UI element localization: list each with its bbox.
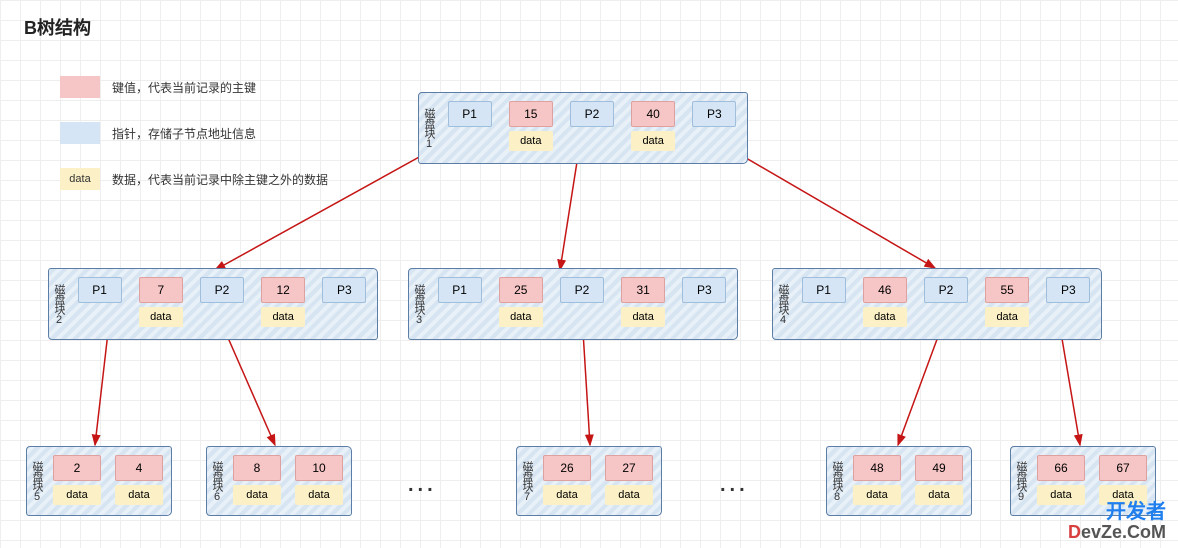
data-cell: data [261,307,305,327]
pointer-cell: P3 [322,277,366,303]
pointer-cell: P1 [802,277,846,303]
legend-row-data: data 数据，代表当前记录中除主键之外的数据 [60,168,328,190]
key-cell: 55 [985,277,1029,303]
disk-block-2: 磁盘块2 P1 7 data P2 12 data P3 [48,268,378,340]
pointer-cell: P3 [682,277,726,303]
watermark-line2: DevZe.CoM [1068,523,1166,542]
key-cell: 27 [605,455,653,481]
watermark: 开发者 DevZe.CoM [1068,502,1166,542]
legend-label-ptr: 指针，存储子节点地址信息 [112,125,256,142]
key-cell: 49 [915,455,963,481]
data-cell: data [605,485,653,505]
data-cell: data [509,131,553,151]
legend-swatch-key [60,76,100,98]
key-cell: 40 [631,101,675,127]
legend-row-ptr: 指针，存储子节点地址信息 [60,122,328,144]
key-cell: 15 [509,101,553,127]
data-cell: data [985,307,1029,327]
ellipsis-icon: ... [408,474,437,497]
disk-block-4: 磁盘块4 P1 46 data P2 55 data P3 [772,268,1102,340]
data-cell: data [631,131,675,151]
key-cell: 67 [1099,455,1147,481]
pointer-cell: P2 [924,277,968,303]
pointer-cell: P3 [1046,277,1090,303]
disk-block-3: 磁盘块3 P1 25 data P2 31 data P3 [408,268,738,340]
pointer-cell: P3 [692,101,736,127]
legend: 键值，代表当前记录的主键 指针，存储子节点地址信息 data 数据，代表当前记录… [60,76,328,214]
pointer-cell: P2 [570,101,614,127]
block-label: 磁盘块6 [209,459,225,504]
ellipsis-icon: ... [720,474,749,497]
disk-block-7: 磁盘块7 26 data 27 data [516,446,662,516]
diagram-title: B树结构 [24,14,91,40]
pointer-cell: P1 [438,277,482,303]
key-cell: 66 [1037,455,1085,481]
key-cell: 4 [115,455,163,481]
block-label: 磁盘块1 [421,106,437,151]
data-cell: data [139,307,183,327]
data-cell: data [115,485,163,505]
data-cell: data [295,485,343,505]
block-label: 磁盘块3 [411,282,427,327]
data-cell: data [853,485,901,505]
key-cell: 26 [543,455,591,481]
key-cell: 12 [261,277,305,303]
data-cell: data [543,485,591,505]
disk-block-5: 磁盘块5 2 data 4 data [26,446,172,516]
pointer-cell: P2 [200,277,244,303]
block-label: 磁盘块5 [29,459,45,504]
data-cell: data [863,307,907,327]
block-label: 磁盘块7 [519,459,535,504]
legend-label-data: 数据，代表当前记录中除主键之外的数据 [112,171,328,188]
key-cell: 48 [853,455,901,481]
key-cell: 31 [621,277,665,303]
legend-swatch-ptr [60,122,100,144]
pointer-cell: P2 [560,277,604,303]
key-cell: 46 [863,277,907,303]
block-label: 磁盘块8 [829,459,845,504]
pointer-cell: P1 [78,277,122,303]
block-label: 磁盘块2 [51,282,67,327]
data-cell: data [621,307,665,327]
legend-row-key: 键值，代表当前记录的主键 [60,76,328,98]
data-cell: data [53,485,101,505]
disk-block-8: 磁盘块8 48 data 49 data [826,446,972,516]
watermark-line1: 开发者 [1068,502,1166,523]
pointer-cell: P1 [448,101,492,127]
key-cell: 8 [233,455,281,481]
disk-block-6: 磁盘块6 8 data 10 data [206,446,352,516]
legend-swatch-data: data [60,168,100,190]
disk-block-1: 磁盘块1 P1 15 data P2 40 data P3 [418,92,748,164]
data-cell: data [233,485,281,505]
legend-label-key: 键值，代表当前记录的主键 [112,79,256,96]
data-cell: data [915,485,963,505]
block-label: 磁盘块9 [1013,459,1029,504]
key-cell: 2 [53,455,101,481]
data-cell: data [499,307,543,327]
key-cell: 7 [139,277,183,303]
key-cell: 10 [295,455,343,481]
block-label: 磁盘块4 [775,282,791,327]
key-cell: 25 [499,277,543,303]
